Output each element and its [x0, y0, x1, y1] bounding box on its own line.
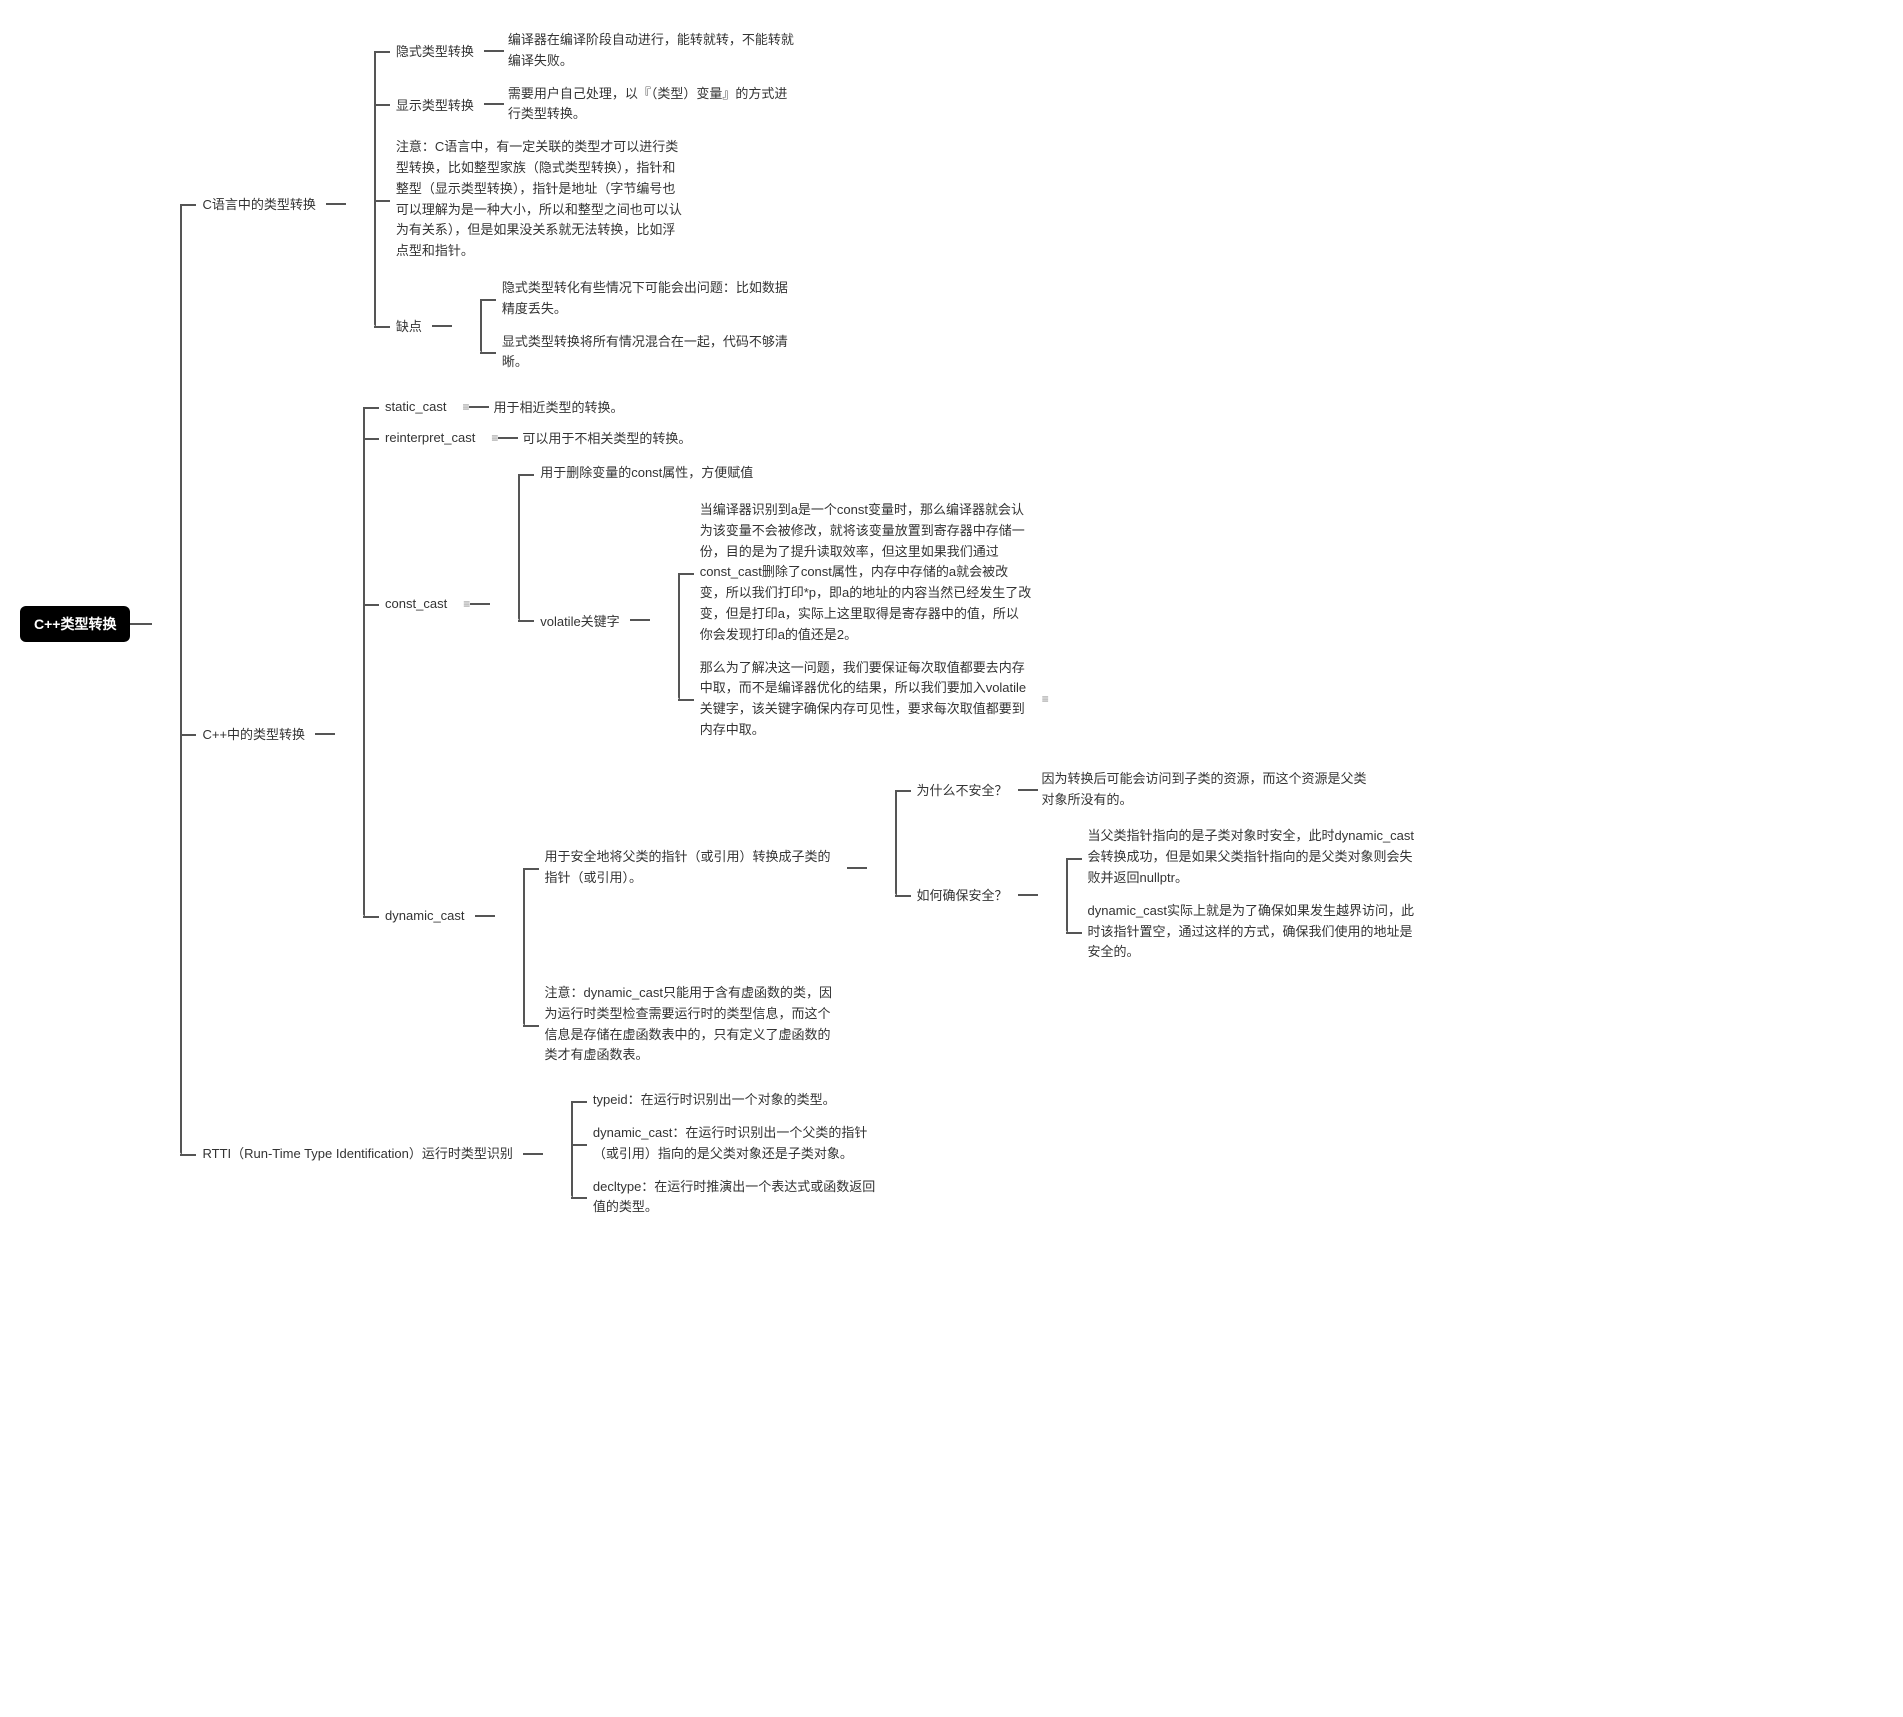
- node-desc: 注意：C语言中，有一定关联的类型才可以进行类型转换，比如整型家族（隐式类型转换）…: [392, 135, 692, 264]
- note-icon[interactable]: [463, 597, 470, 611]
- node-dynamic-note[interactable]: 注意：dynamic_cast只能用于含有虚函数的类，因为运行时类型检查需要运行…: [541, 981, 1424, 1068]
- node-decltype[interactable]: decltype：在运行时推演出一个表达式或函数返回值的类型。: [589, 1175, 889, 1221]
- node-label: reinterpret_cast: [381, 428, 479, 447]
- connector: [484, 103, 504, 105]
- node-desc: 用于删除变量的const属性，方便赋值: [536, 461, 757, 486]
- node-label: 缺点: [392, 314, 426, 337]
- volatile-children: 当编译器识别到a是一个const变量时，那么编译器就会认为该变量不会被修改，就将…: [650, 494, 1049, 747]
- node-const-cast[interactable]: const_cast 用于删除变量的const属性，方便赋值: [381, 457, 1424, 751]
- node-label: const_cast: [381, 594, 451, 613]
- node-desc: 用于安全地将父类的指针（或引用）转换成子类的指针（或引用）。: [541, 845, 841, 891]
- node-desc: typeid：在运行时识别出一个对象的类型。: [589, 1088, 840, 1113]
- node-desc: 注意：dynamic_cast只能用于含有虚函数的类，因为运行时类型检查需要运行…: [541, 981, 841, 1068]
- node-cons-implicit[interactable]: 隐式类型转化有些情况下可能会出问题：比如数据精度丢失。: [498, 276, 798, 322]
- branch-label: RTTI（Run-Time Type Identification）运行时类型识…: [198, 1142, 516, 1167]
- connector: [432, 325, 452, 327]
- branch-c-lang[interactable]: C语言中的类型转换 隐式类型转换 编译器在编译阶段自动进行，能转就转，不能转就编…: [198, 24, 1423, 383]
- node-desc: 用于相近类型的转换。: [489, 395, 627, 418]
- node-label: volatile关键字: [536, 609, 623, 632]
- cpp-lang-children: static_cast 用于相近类型的转换。 reinterpret_cast …: [335, 391, 1424, 1076]
- node-why-unsafe[interactable]: 为什么不安全？ 因为转换后可能会访问到子类的资源，而这个资源是父类对象所没有的。: [913, 767, 1424, 813]
- node-desc: 编译器在编译阶段自动进行，能转就转，不能转就编译失败。: [504, 28, 804, 74]
- dynamic-safety-children: 为什么不安全？ 因为转换后可能会访问到子类的资源，而这个资源是父类对象所没有的。: [867, 763, 1424, 973]
- node-how-safe-desc1[interactable]: 当父类指针指向的是子类对象时安全，此时dynamic_cast会转换成功，但是如…: [1084, 824, 1424, 890]
- node-label: 为什么不安全？: [913, 778, 1012, 801]
- note-icon[interactable]: [491, 431, 498, 445]
- connector: [315, 733, 335, 735]
- node-volatile-desc2[interactable]: 那么为了解决这一问题，我们要保证每次取值都要去内存中取，而不是编译器优化的结果，…: [696, 656, 1049, 743]
- node-implicit[interactable]: 隐式类型转换 编译器在编译阶段自动进行，能转就转，不能转就编译失败。: [392, 28, 810, 74]
- const-cast-children: 用于删除变量的const属性，方便赋值 volatile关键字: [490, 457, 1048, 751]
- connector: [1018, 894, 1038, 896]
- connector: [326, 203, 346, 205]
- node-how-safe-desc2[interactable]: dynamic_cast实际上就是为了确保如果发生越界访问，此时该指针置空，通过…: [1084, 899, 1424, 965]
- connector: [130, 623, 152, 625]
- node-label: dynamic_cast: [381, 906, 468, 925]
- cons-children: 隐式类型转化有些情况下可能会出问题：比如数据精度丢失。 显式类型转换将所有情况混…: [452, 272, 798, 379]
- node-desc: dynamic_cast实际上就是为了确保如果发生越界访问，此时该指针置空，通过…: [1084, 899, 1424, 965]
- branch-rtti[interactable]: RTTI（Run-Time Type Identification）运行时类型识…: [198, 1084, 1423, 1224]
- connector: [470, 603, 490, 605]
- node-explicit[interactable]: 显示类型转换 需要用户自己处理，以『（类型）变量』的方式进行类型转换。: [392, 82, 810, 128]
- node-static-cast[interactable]: static_cast 用于相近类型的转换。: [381, 395, 1424, 418]
- node-desc: dynamic_cast：在运行时识别出一个父类的指针（或引用）指向的是父类对象…: [589, 1121, 889, 1167]
- note-icon[interactable]: [1042, 692, 1049, 706]
- branch-label: C++中的类型转换: [198, 722, 309, 745]
- how-safe-children: 当父类指针指向的是子类对象时安全，此时dynamic_cast会转换成功，但是如…: [1038, 820, 1424, 969]
- dynamic-cast-children: 用于安全地将父类的指针（或引用）转换成子类的指针（或引用）。 为什么不安全？: [495, 759, 1424, 1073]
- node-cons-explicit[interactable]: 显式类型转换将所有情况混合在一起，代码不够清晰。: [498, 330, 798, 376]
- node-desc: 当父类指针指向的是子类对象时安全，此时dynamic_cast会转换成功，但是如…: [1084, 824, 1424, 890]
- rtti-children: typeid：在运行时识别出一个对象的类型。 dynamic_cast：在运行时…: [543, 1084, 889, 1224]
- node-desc: 显式类型转换将所有情况混合在一起，代码不够清晰。: [498, 330, 798, 376]
- node-label: static_cast: [381, 397, 450, 416]
- connector: [484, 50, 504, 52]
- main-branches: C语言中的类型转换 隐式类型转换 编译器在编译阶段自动进行，能转就转，不能转就编…: [152, 20, 1423, 1228]
- root-node[interactable]: C++类型转换: [20, 606, 130, 642]
- node-desc: 隐式类型转化有些情况下可能会出问题：比如数据精度丢失。: [498, 276, 798, 322]
- root-wrap: C++类型转换: [20, 606, 152, 642]
- note-icon[interactable]: [462, 400, 469, 414]
- connector: [1018, 789, 1038, 791]
- branch-label: C语言中的类型转换: [198, 192, 319, 215]
- node-desc: 当编译器识别到a是一个const变量时，那么编译器就会认为该变量不会被修改，就将…: [696, 498, 1036, 648]
- connector: [475, 915, 495, 917]
- node-reinterpret-cast[interactable]: reinterpret_cast 可以用于不相关类型的转换。: [381, 426, 1424, 449]
- node-typeid[interactable]: typeid：在运行时识别出一个对象的类型。: [589, 1088, 889, 1113]
- connector: [523, 1153, 543, 1155]
- connector: [469, 406, 489, 408]
- node-volatile[interactable]: volatile关键字 当编译器识别到a是一个const变量时，那么编译器就会认…: [536, 494, 1048, 747]
- connector: [847, 867, 867, 869]
- branch-cpp-lang[interactable]: C++中的类型转换 static_cast 用于相近类型的转换。 rei: [198, 391, 1423, 1076]
- c-lang-children: 隐式类型转换 编译器在编译阶段自动进行，能转就转，不能转就编译失败。 显示类型转…: [346, 24, 810, 383]
- node-desc: 可以用于不相关类型的转换。: [518, 426, 695, 449]
- connector: [630, 619, 650, 621]
- node-const-cast-desc[interactable]: 用于删除变量的const属性，方便赋值: [536, 461, 1048, 486]
- node-desc: 那么为了解决这一问题，我们要保证每次取值都要去内存中取，而不是编译器优化的结果，…: [696, 656, 1036, 743]
- node-label: 如何确保安全？: [913, 883, 1012, 906]
- node-desc: 因为转换后可能会访问到子类的资源，而这个资源是父类对象所没有的。: [1038, 767, 1378, 813]
- node-label: 隐式类型转换: [392, 39, 478, 62]
- node-dynamic-cast[interactable]: dynamic_cast 用于安全地将父类的指针（或引用）转换成子类的指针（或引…: [381, 759, 1424, 1073]
- node-how-safe[interactable]: 如何确保安全？ 当父类指针指向的是子类对象时安全，此时dynamic_cast会…: [913, 820, 1424, 969]
- node-desc: 需要用户自己处理，以『（类型）变量』的方式进行类型转换。: [504, 82, 804, 128]
- connector: [498, 437, 518, 439]
- node-desc: decltype：在运行时推演出一个表达式或函数返回值的类型。: [589, 1175, 889, 1221]
- mindmap-container: C++类型转换 C语言中的类型转换 隐式类型转换 编译器在编译阶段自动进行，能转…: [20, 20, 1883, 1228]
- node-cons[interactable]: 缺点 隐式类型转化有些情况下可能会出问题：比如数据精度丢失。: [392, 272, 810, 379]
- node-dynamic-desc[interactable]: 用于安全地将父类的指针（或引用）转换成子类的指针（或引用）。 为什么不安全？: [541, 763, 1424, 973]
- node-rtti-dynamic-cast[interactable]: dynamic_cast：在运行时识别出一个父类的指针（或引用）指向的是父类对象…: [589, 1121, 889, 1167]
- node-label: 显示类型转换: [392, 93, 478, 116]
- node-volatile-desc1[interactable]: 当编译器识别到a是一个const变量时，那么编译器就会认为该变量不会被修改，就将…: [696, 498, 1049, 648]
- node-c-note[interactable]: 注意：C语言中，有一定关联的类型才可以进行类型转换，比如整型家族（隐式类型转换）…: [392, 135, 810, 264]
